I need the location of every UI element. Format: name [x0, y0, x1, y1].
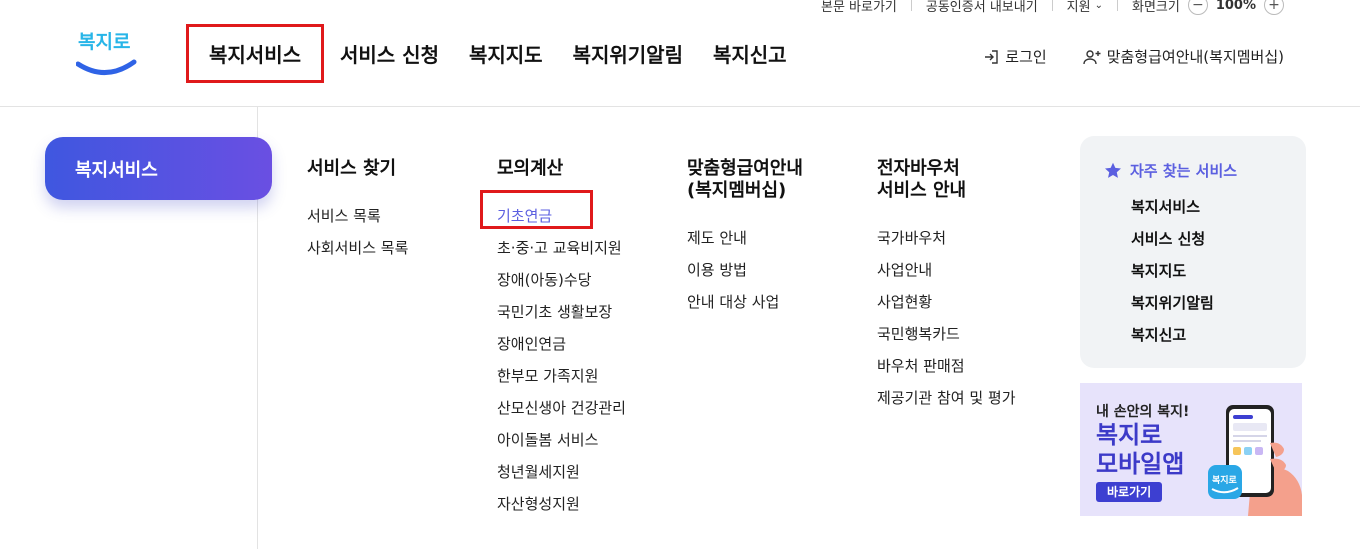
menu-item-system-guide[interactable]: 제도 안내 — [687, 222, 803, 254]
menu-item-program-status[interactable]: 사업현황 — [877, 286, 1016, 318]
menu-item-disability-pension[interactable]: 장애인연금 — [497, 328, 626, 360]
divider — [1051, 0, 1053, 11]
menu-column-membership: 맞춤형급여안내 (복지멤버십) 제도 안내 이용 방법 안내 대상 사업 — [687, 158, 803, 318]
menu-item-voucher-store[interactable]: 바우처 판매점 — [877, 350, 1016, 382]
menu-item-basic-livelihood[interactable]: 국민기초 생활보장 — [497, 296, 626, 328]
app-icon-text: 복지로 — [1212, 474, 1238, 486]
favorites-title: 자주 찾는 서비스 — [1104, 160, 1306, 181]
divider — [910, 0, 912, 11]
nav-welfare-report[interactable]: 복지신고 — [713, 39, 787, 68]
support-label: 지원 — [1066, 0, 1091, 15]
menu-item-maternal-care[interactable]: 산모신생아 건강관리 — [497, 392, 626, 424]
favorite-item-welfare-report[interactable]: 복지신고 — [1104, 319, 1306, 351]
menu-item-target-programs[interactable]: 안내 대상 사업 — [687, 286, 803, 318]
header-actions: 로그인 맞춤형급여안내(복지멤버십) — [947, 46, 1284, 67]
mobile-app-banner[interactable]: 내 손안의 복지! 복지로 모바일앱 바로가기 복지로 — [1080, 383, 1302, 516]
nav-welfare-crisis-alert[interactable]: 복지위기알림 — [573, 39, 683, 68]
menu-item-happiness-card[interactable]: 국민행복카드 — [877, 318, 1016, 350]
menu-column-find-service: 서비스 찾기 서비스 목록 사회서비스 목록 — [307, 158, 408, 264]
column-title: 서비스 찾기 — [307, 158, 397, 179]
banner-title: 복지로 모바일앱 — [1096, 421, 1184, 479]
category-title-pill: 복지서비스 — [45, 137, 272, 200]
menu-item-education-support[interactable]: 초·중·고 교육비지원 — [497, 232, 626, 264]
menu-item-social-service-list[interactable]: 사회서비스 목록 — [307, 232, 408, 264]
login-link[interactable]: 로그인 — [983, 46, 1047, 67]
utility-bar: 본문 바로가기 공동인증서 내보내기 지원 ⌄ 화면크기 − 100% + — [821, 0, 1292, 16]
favorite-item-welfare-service[interactable]: 복지서비스 — [1104, 191, 1306, 223]
favorites-title-text: 자주 찾는 서비스 — [1130, 162, 1238, 180]
column-title-line2: (복지멤버십) — [687, 180, 787, 201]
logo[interactable]: 복지로 — [75, 26, 138, 78]
star-icon — [1105, 162, 1121, 178]
divider — [1116, 0, 1118, 11]
zoom-label: 화면크기 — [1131, 0, 1180, 15]
menu-item-program-info[interactable]: 사업안내 — [877, 254, 1016, 286]
menu-column-voucher: 전자바우처 서비스 안내 국가바우처 사업안내 사업현황 국민행복카드 바우처 … — [877, 158, 1016, 414]
favorite-item-welfare-map[interactable]: 복지지도 — [1104, 255, 1306, 287]
membership-label: 맞춤형급여안내(복지멤버십) — [1106, 48, 1284, 66]
highlight-box — [480, 190, 593, 229]
column-title: 모의계산 — [497, 158, 564, 179]
header-divider — [0, 106, 1360, 107]
banner-tagline: 내 손안의 복지! — [1096, 404, 1190, 420]
logo-text: 복지로 — [78, 31, 130, 53]
menu-item-childcare-service[interactable]: 아이돌봄 서비스 — [497, 424, 626, 456]
zoom-in-button[interactable]: + — [1264, 0, 1284, 15]
user-add-icon — [1082, 49, 1101, 64]
zoom-out-button[interactable]: − — [1187, 0, 1208, 15]
membership-link[interactable]: 맞춤형급여안내(복지멤버십) — [1082, 46, 1284, 67]
phone-hand-illustration: 복지로 — [1208, 405, 1302, 516]
column-title-line1: 전자바우처 — [877, 158, 960, 179]
support-dropdown[interactable]: 지원 ⌄ — [1067, 0, 1103, 15]
column-title: 전자바우처 서비스 안내 — [877, 158, 1016, 202]
login-icon — [985, 49, 998, 64]
favorite-item-crisis-alert[interactable]: 복지위기알림 — [1104, 287, 1306, 319]
column-title-line2: 서비스 안내 — [877, 180, 967, 201]
menu-item-asset-building[interactable]: 자산형성지원 — [497, 488, 626, 520]
main-nav: 복지서비스 서비스 신청 복지지도 복지위기알림 복지신고 — [186, 22, 817, 84]
column-title-line1: 맞춤형급여안내 — [687, 158, 803, 179]
banner-go-button[interactable]: 바로가기 — [1096, 482, 1163, 502]
skip-to-content-link[interactable]: 본문 바로가기 — [821, 0, 897, 15]
nav-welfare-map[interactable]: 복지지도 — [469, 39, 543, 68]
login-label: 로그인 — [1005, 48, 1047, 66]
nav-welfare-service[interactable]: 복지서비스 — [186, 23, 324, 83]
column-title: 맞춤형급여안내 (복지멤버십) — [687, 158, 803, 202]
menu-item-how-to-use[interactable]: 이용 방법 — [687, 254, 803, 286]
menu-item-national-voucher[interactable]: 국가바우처 — [877, 222, 1016, 254]
menu-item-provider-evaluation[interactable]: 제공기관 참여 및 평가 — [877, 382, 1016, 414]
zoom-value: 100% — [1215, 0, 1256, 13]
chevron-down-icon: ⌄ — [1094, 0, 1103, 11]
menu-item-service-list[interactable]: 서비스 목록 — [307, 200, 408, 232]
banner-title-line1: 복지로 — [1096, 421, 1163, 449]
menu-item-single-parent-support[interactable]: 한부모 가족지원 — [497, 360, 626, 392]
banner-title-line2: 모바일앱 — [1096, 450, 1185, 478]
menu-item-disabled-child-allowance[interactable]: 장애(아동)수당 — [497, 264, 626, 296]
menu-item-youth-rent-support[interactable]: 청년월세지원 — [497, 456, 626, 488]
nav-service-apply[interactable]: 서비스 신청 — [340, 39, 439, 68]
favorite-item-service-apply[interactable]: 서비스 신청 — [1104, 223, 1306, 255]
cert-export-link[interactable]: 공동인증서 내보내기 — [926, 0, 1038, 15]
favorites-panel: 자주 찾는 서비스 복지서비스 서비스 신청 복지지도 복지위기알림 복지신고 — [1080, 136, 1306, 368]
